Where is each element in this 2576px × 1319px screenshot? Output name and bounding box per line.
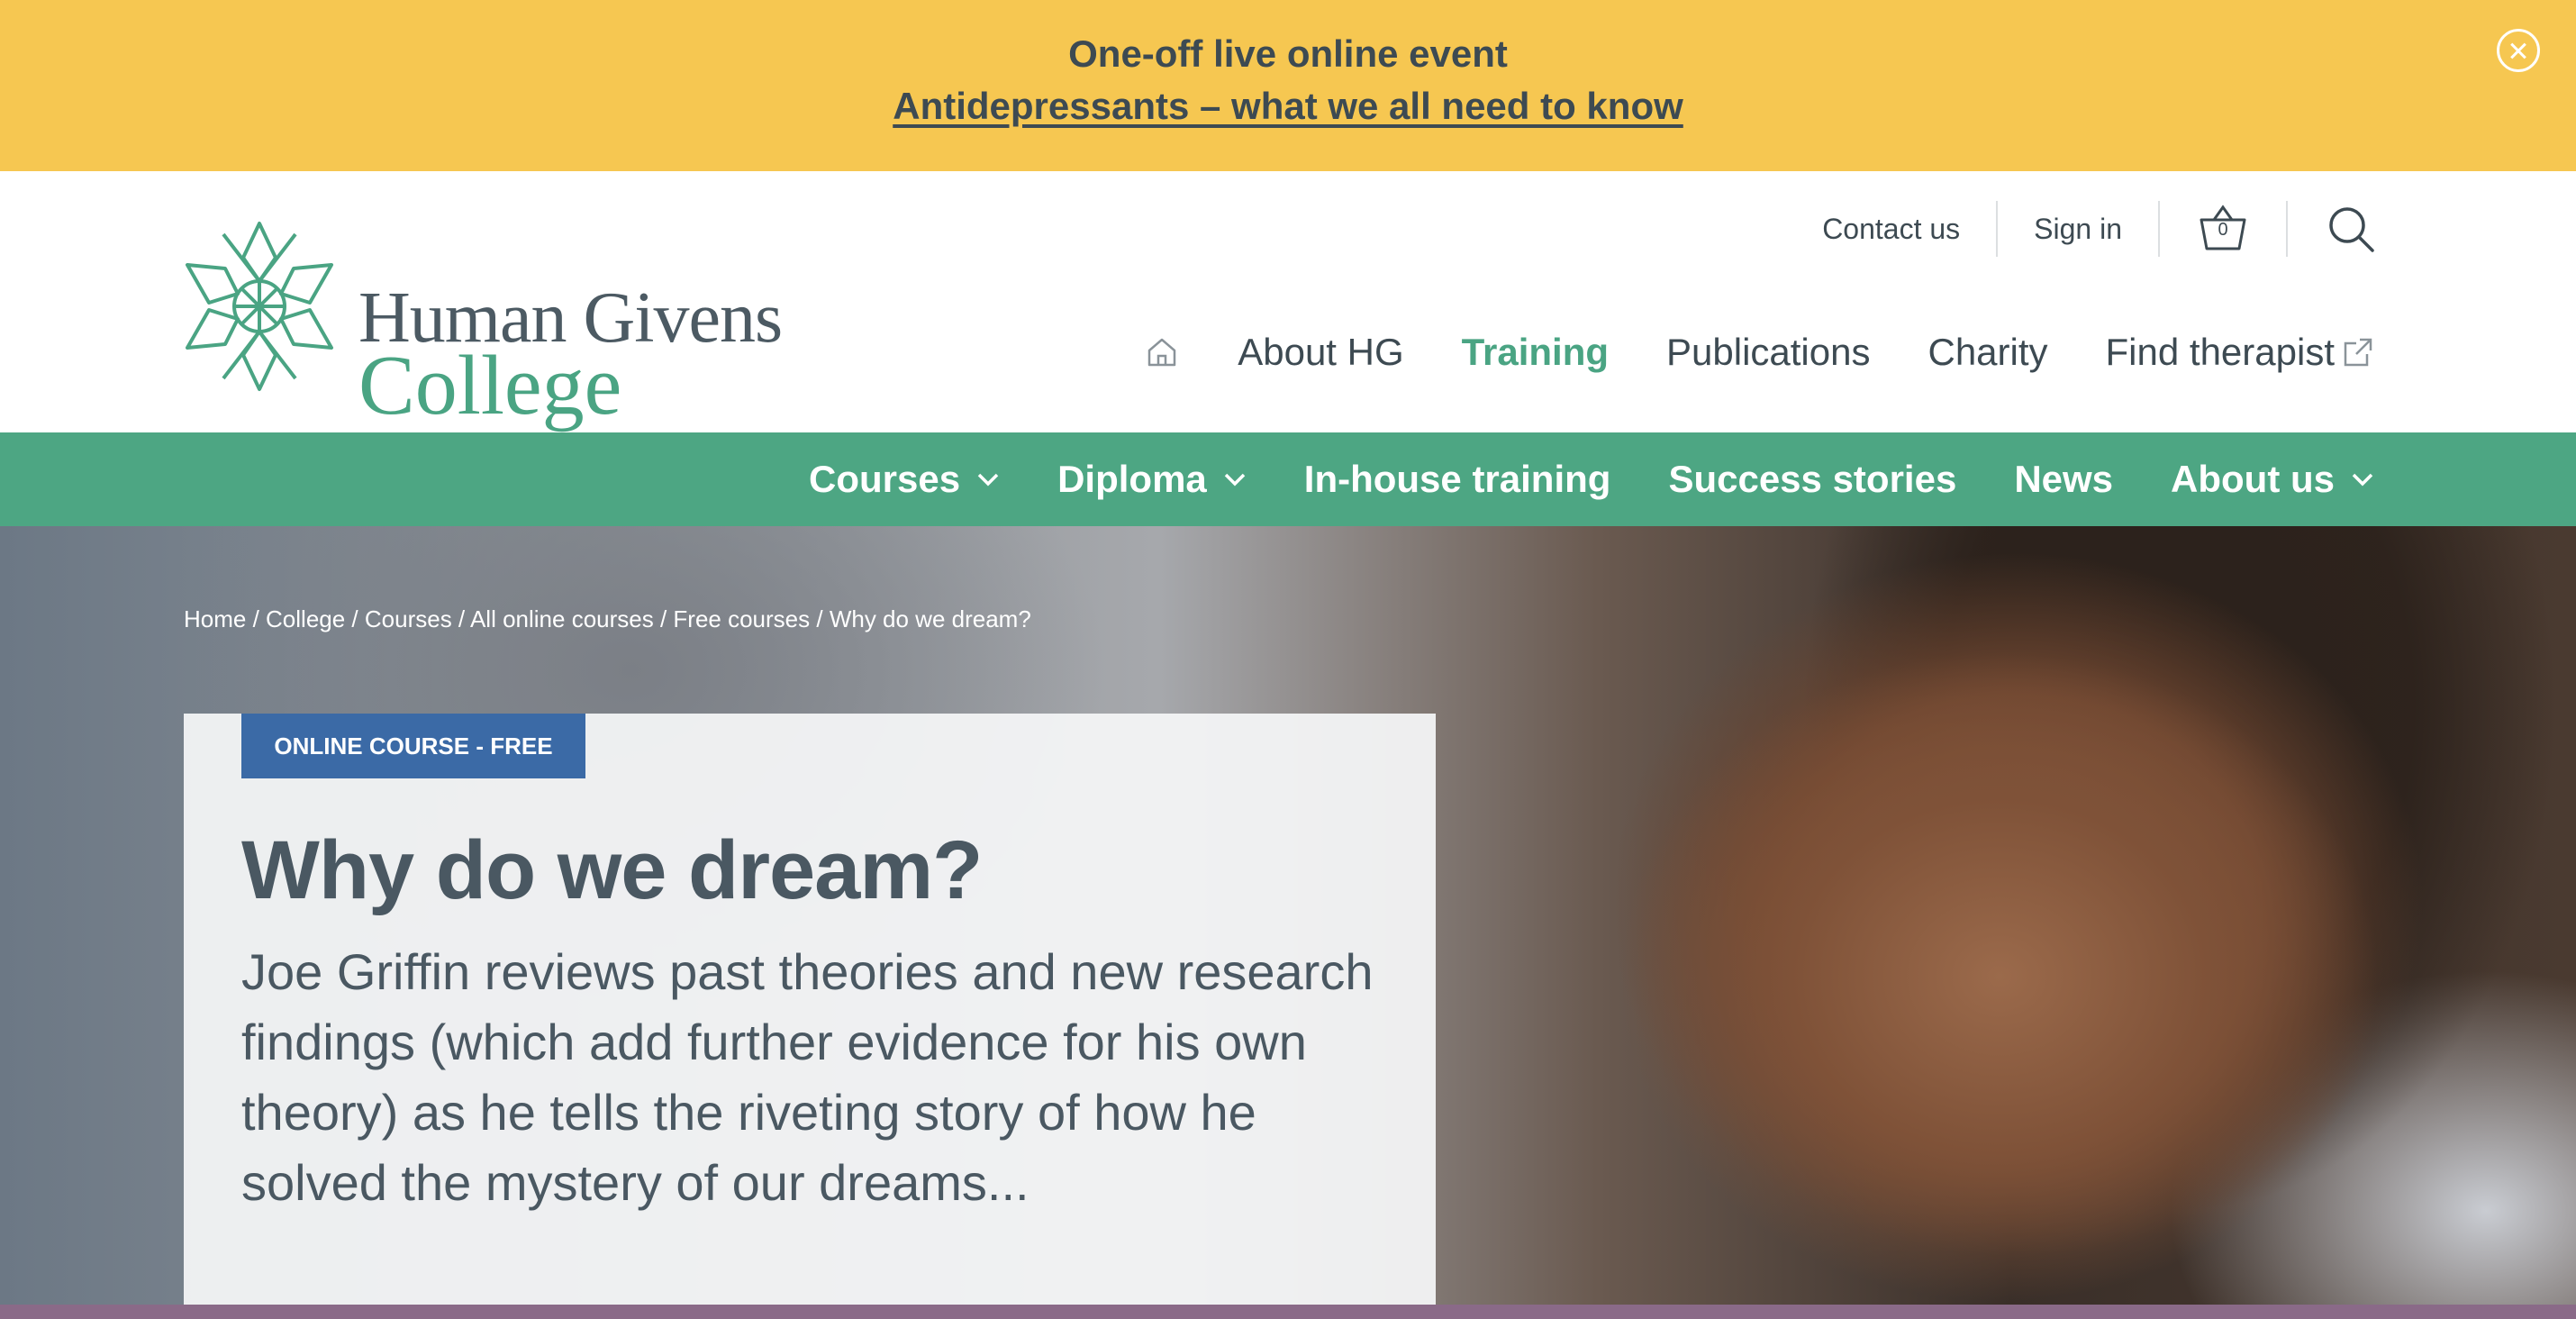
breadcrumb-free-courses[interactable]: Free courses <box>673 605 810 632</box>
breadcrumb: Home / College / Courses / All online co… <box>184 605 1031 633</box>
nav-charity[interactable]: Charity <box>1927 331 2047 374</box>
nav-publications[interactable]: Publications <box>1666 331 1870 374</box>
section-divider <box>0 1305 2576 1319</box>
subnav-diploma[interactable]: Diploma <box>1057 458 1247 501</box>
main-nav: About HG Training Publications Charity F… <box>1144 315 2374 389</box>
subnav-news[interactable]: News <box>2014 458 2113 501</box>
page-title: Why do we dream? <box>241 824 983 916</box>
chevron-down-icon <box>2352 473 2373 487</box>
basket-count: 0 <box>2218 220 2228 240</box>
logo-text-line2: College <box>358 339 622 432</box>
nav-find-therapist-label: Find therapist <box>2105 331 2335 373</box>
breadcrumb-college[interactable]: College <box>266 605 345 632</box>
banner-event-link[interactable]: Antidepressants – what we all need to kn… <box>0 85 2576 128</box>
nav-about-hg[interactable]: About HG <box>1238 331 1403 374</box>
chevron-down-icon <box>1224 473 1246 487</box>
external-link-icon <box>2344 338 2372 367</box>
course-type-badge: ONLINE COURSE - FREE <box>241 714 585 778</box>
search-icon <box>2329 207 2374 252</box>
subnav-diploma-label: Diploma <box>1057 458 1207 500</box>
subnav-in-house-training[interactable]: In-house training <box>1304 458 1611 501</box>
breadcrumb-current: Why do we dream? <box>829 605 1031 632</box>
breadcrumb-all-online-courses[interactable]: All online courses <box>470 605 654 632</box>
sign-in-link[interactable]: Sign in <box>1998 196 2158 261</box>
breadcrumb-separator: / <box>345 605 365 632</box>
hero-background-photo <box>1531 598 2432 1308</box>
subnav-about-us-label: About us <box>2171 458 2335 500</box>
utility-nav: Contact us Sign in 0 <box>1786 196 2374 261</box>
site-logo[interactable]: Human Givens College <box>182 218 794 432</box>
utility-divider <box>2158 201 2160 257</box>
close-icon[interactable] <box>2497 29 2540 72</box>
breadcrumb-separator: / <box>246 605 267 632</box>
search-button[interactable] <box>2324 196 2378 261</box>
breadcrumb-separator: / <box>810 605 830 632</box>
chevron-down-icon <box>977 473 999 487</box>
announcement-banner: One-off live online event Antidepressant… <box>0 0 2576 171</box>
nav-training[interactable]: Training <box>1462 331 1609 374</box>
subnav-courses[interactable]: Courses <box>809 458 1000 501</box>
breadcrumb-home[interactable]: Home <box>184 605 246 632</box>
subnav-about-us[interactable]: About us <box>2171 458 2374 501</box>
site-header: Human Givens College Contact us Sign in … <box>0 171 2576 432</box>
subnav-success-stories[interactable]: Success stories <box>1668 458 1956 501</box>
basket-button[interactable]: 0 <box>2196 196 2250 261</box>
course-description: Joe Griffin reviews past theories and ne… <box>241 943 1374 1211</box>
contact-us-link[interactable]: Contact us <box>1786 196 1996 261</box>
sub-nav: Courses Diploma In-house training Succes… <box>0 432 2576 526</box>
subnav-courses-label: Courses <box>809 458 961 500</box>
breadcrumb-courses[interactable]: Courses <box>365 605 452 632</box>
banner-headline: One-off live online event <box>1068 32 1508 75</box>
nav-find-therapist[interactable]: Find therapist <box>2106 331 2374 374</box>
home-icon[interactable] <box>1144 334 1180 370</box>
breadcrumb-separator: / <box>653 605 674 632</box>
breadcrumb-separator: / <box>451 605 470 632</box>
utility-divider <box>2286 201 2288 257</box>
flower-logo-icon <box>186 222 333 391</box>
course-intro-card: ONLINE COURSE - FREE Why do we dream? Jo… <box>184 714 1436 1308</box>
hero-section: Home / College / Courses / All online co… <box>0 526 2576 1308</box>
